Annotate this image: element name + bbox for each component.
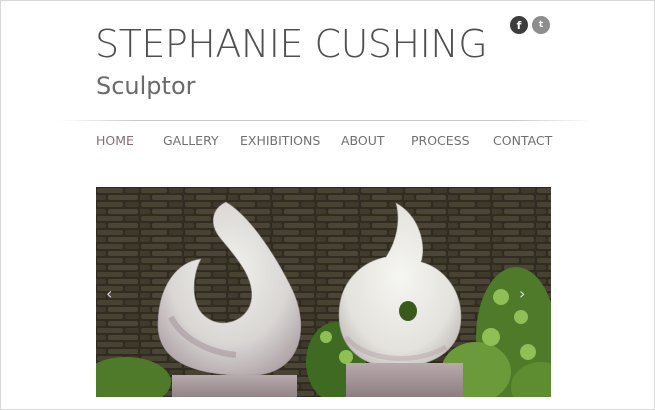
hero-slideshow[interactable]: ‹ › [96, 187, 551, 397]
social-links: f t [510, 16, 550, 34]
nav-item-gallery[interactable]: GALLERY [163, 133, 219, 148]
slideshow-next-arrow[interactable]: › [519, 286, 533, 302]
nav-item-process[interactable]: PROCESS [411, 133, 470, 148]
twitter-icon[interactable]: t [532, 16, 550, 34]
facebook-icon[interactable]: f [510, 16, 528, 34]
nav-item-exhibitions[interactable]: EXHIBITIONS [240, 133, 320, 148]
main-nav: HOME GALLERY EXHIBITIONS ABOUT PROCESS C… [0, 133, 655, 153]
site-subtitle: Sculptor [96, 72, 196, 100]
slideshow-prev-arrow[interactable]: ‹ [106, 286, 120, 302]
nav-item-home[interactable]: HOME [96, 133, 134, 148]
site-title[interactable]: STEPHANIE CUSHING [95, 22, 488, 66]
header-divider [58, 120, 593, 121]
nav-item-contact[interactable]: CONTACT [493, 133, 552, 148]
sculpture-photo [96, 187, 551, 397]
nav-item-about[interactable]: ABOUT [341, 133, 385, 148]
